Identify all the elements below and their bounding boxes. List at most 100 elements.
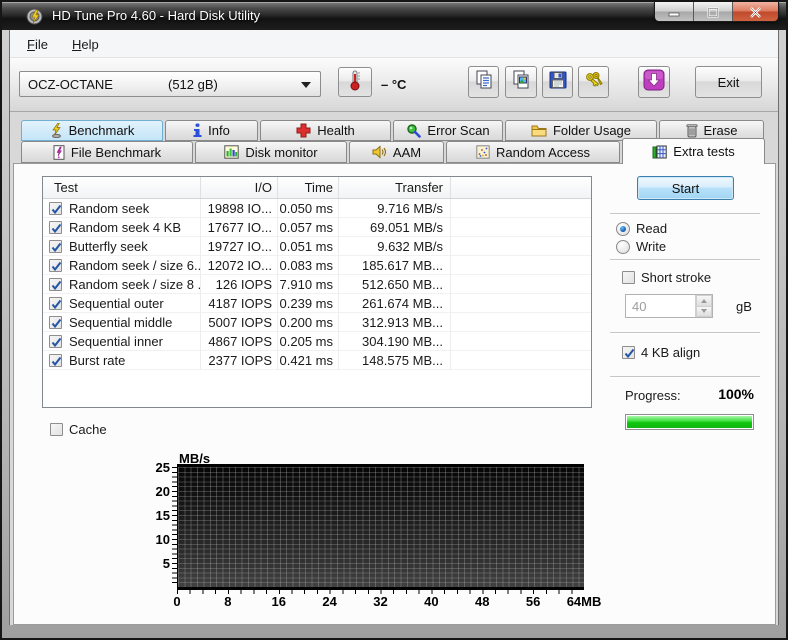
menu-file[interactable]: File [21,35,54,54]
y-tick-label: 5 [162,556,170,571]
tab-label: Benchmark [68,123,135,138]
register-button[interactable] [578,66,609,98]
filler-cell [451,256,591,275]
tab-control: Benchmark Info Health Error Scan Folder Usag… [10,112,778,625]
filler-cell [451,351,591,370]
column-header-io[interactable]: I/O [201,177,278,198]
checkbox-checked-icon [622,346,635,359]
column-header-time[interactable]: Time [278,177,339,198]
disk-monitor-icon [224,145,240,159]
transfer-cell: 261.674 MB... [339,294,451,313]
row-checkbox[interactable] [49,220,62,234]
io-cell: 126 IOPS [201,275,278,294]
exit-button[interactable]: Exit [695,66,762,98]
window-buttons [654,2,779,22]
time-cell: 0.051 ms [278,237,339,256]
copy-text-button[interactable] [468,66,499,98]
table-row[interactable]: Butterfly seek 19727 IO... 0.051 ms 9.632 M… [43,237,591,256]
random-access-icon [476,145,490,159]
read-radio[interactable]: Read [616,221,667,236]
table-row[interactable]: Random seek / size 8 ... 126 IOPS 7.910 ms… [43,275,591,294]
update-download-button[interactable] [638,66,670,98]
write-label: Write [636,239,667,254]
tab-label: Extra tests [673,144,735,159]
table-row[interactable]: Random seek 4 KB 17677 IO... 0.057 ms 69.05… [43,218,591,237]
tab-info[interactable]: Info [165,120,258,141]
drive-selector[interactable]: OCZ-OCTANE (512 gB) [19,71,321,97]
row-checkbox[interactable] [49,201,62,215]
tab-label: AAM [392,144,422,160]
row-checkbox[interactable] [49,277,62,291]
speaker-icon [372,145,387,159]
tab-extra-tests[interactable]: Extra tests [622,138,765,164]
write-radio[interactable]: Write [616,239,666,254]
tab-label: Error Scan [427,123,490,138]
row-checkbox[interactable] [49,258,62,272]
row-checkbox[interactable] [49,353,62,367]
short-stroke-checkbox[interactable]: Short stroke [622,270,711,285]
tab-health[interactable]: Health [260,120,391,141]
time-cell: 7.910 ms [278,275,339,294]
minimize-button[interactable] [655,2,694,21]
table-row[interactable]: Sequential middle 5007 IOPS 0.200 ms 312.91… [43,313,591,332]
cache-checkbox[interactable]: Cache [50,422,107,437]
table-row[interactable]: Burst rate 2377 IOPS 0.421 ms 148.575 MB... [43,351,591,370]
row-checkbox[interactable] [49,334,62,348]
io-cell: 19727 IO... [201,237,278,256]
io-cell: 17677 IO... [201,218,278,237]
tab-error-scan[interactable]: Error Scan [393,120,503,141]
exit-label: Exit [717,74,740,90]
test-name: Random seek / size 6... [69,257,201,273]
tab-file-benchmark[interactable]: File Benchmark [21,141,193,163]
close-button[interactable] [733,2,778,21]
progress-label: Progress: [625,388,681,403]
spinner-down-button[interactable] [696,305,712,317]
cache-label: Cache [69,422,107,437]
read-label: Read [636,221,668,236]
row-checkbox[interactable] [49,296,62,310]
row-checkbox[interactable] [49,239,62,253]
spinner-value: 40 [632,298,647,314]
io-cell: 12072 IO... [201,256,278,275]
table-row[interactable]: Random seek 19898 IO... 0.050 ms 9.716 MB/s [43,199,591,218]
column-header-transfer[interactable]: Transfer [339,177,451,198]
test-name: Butterfly seek [69,238,148,254]
row-checkbox[interactable] [49,315,62,329]
tab-random-access[interactable]: Random Access [446,141,620,163]
separator [610,259,760,260]
maximize-button[interactable] [694,2,733,21]
time-cell: 0.083 ms [278,256,339,275]
filler-cell [451,237,591,256]
tab-label: Info [208,123,230,138]
tab-label: Disk monitor [245,144,318,160]
column-header-test[interactable]: Test [43,177,201,198]
tab-benchmark[interactable]: Benchmark [21,120,163,141]
short-stroke-size-spinner[interactable]: 40 [625,294,713,318]
test-name: Sequential inner [69,333,163,349]
temperature-button[interactable] [338,67,372,97]
table-row[interactable]: Sequential outer 4187 IOPS 0.239 ms 261.674… [43,294,591,313]
test-results-table: Test I/O Time Transfer Random seek 19898 … [42,176,592,408]
io-cell: 19898 IO... [201,199,278,218]
test-name: Random seek [69,200,150,216]
tab-aam[interactable]: AAM [349,141,444,163]
window-title: HD Tune Pro 4.60 - Hard Disk Utility [52,8,261,23]
table-row[interactable]: Random seek / size 6... 12072 IO... 0.083 … [43,256,591,275]
menu-help[interactable]: Help [66,35,105,54]
save-button[interactable] [542,66,573,98]
align-label: 4 KB align [641,345,701,360]
start-button[interactable]: Start [637,176,734,200]
tab-disk-monitor[interactable]: Disk monitor [195,141,347,163]
io-cell: 4867 IOPS [201,332,278,351]
copy-image-button[interactable] [505,66,537,98]
radio-unselected-icon [616,239,630,254]
spinner-up-button[interactable] [696,295,712,306]
thermometer-icon [349,69,361,96]
toolbar: OCZ-OCTANE (512 gB) – °C Exit [10,58,778,112]
table-row[interactable]: Sequential inner 4867 IOPS 0.205 ms 304.190… [43,332,591,351]
progress-bar [625,414,754,430]
column-header-filler [451,177,591,198]
align-checkbox[interactable]: 4 KB align [622,345,700,360]
copy-image-icon [512,70,530,95]
folder-icon [531,124,547,137]
